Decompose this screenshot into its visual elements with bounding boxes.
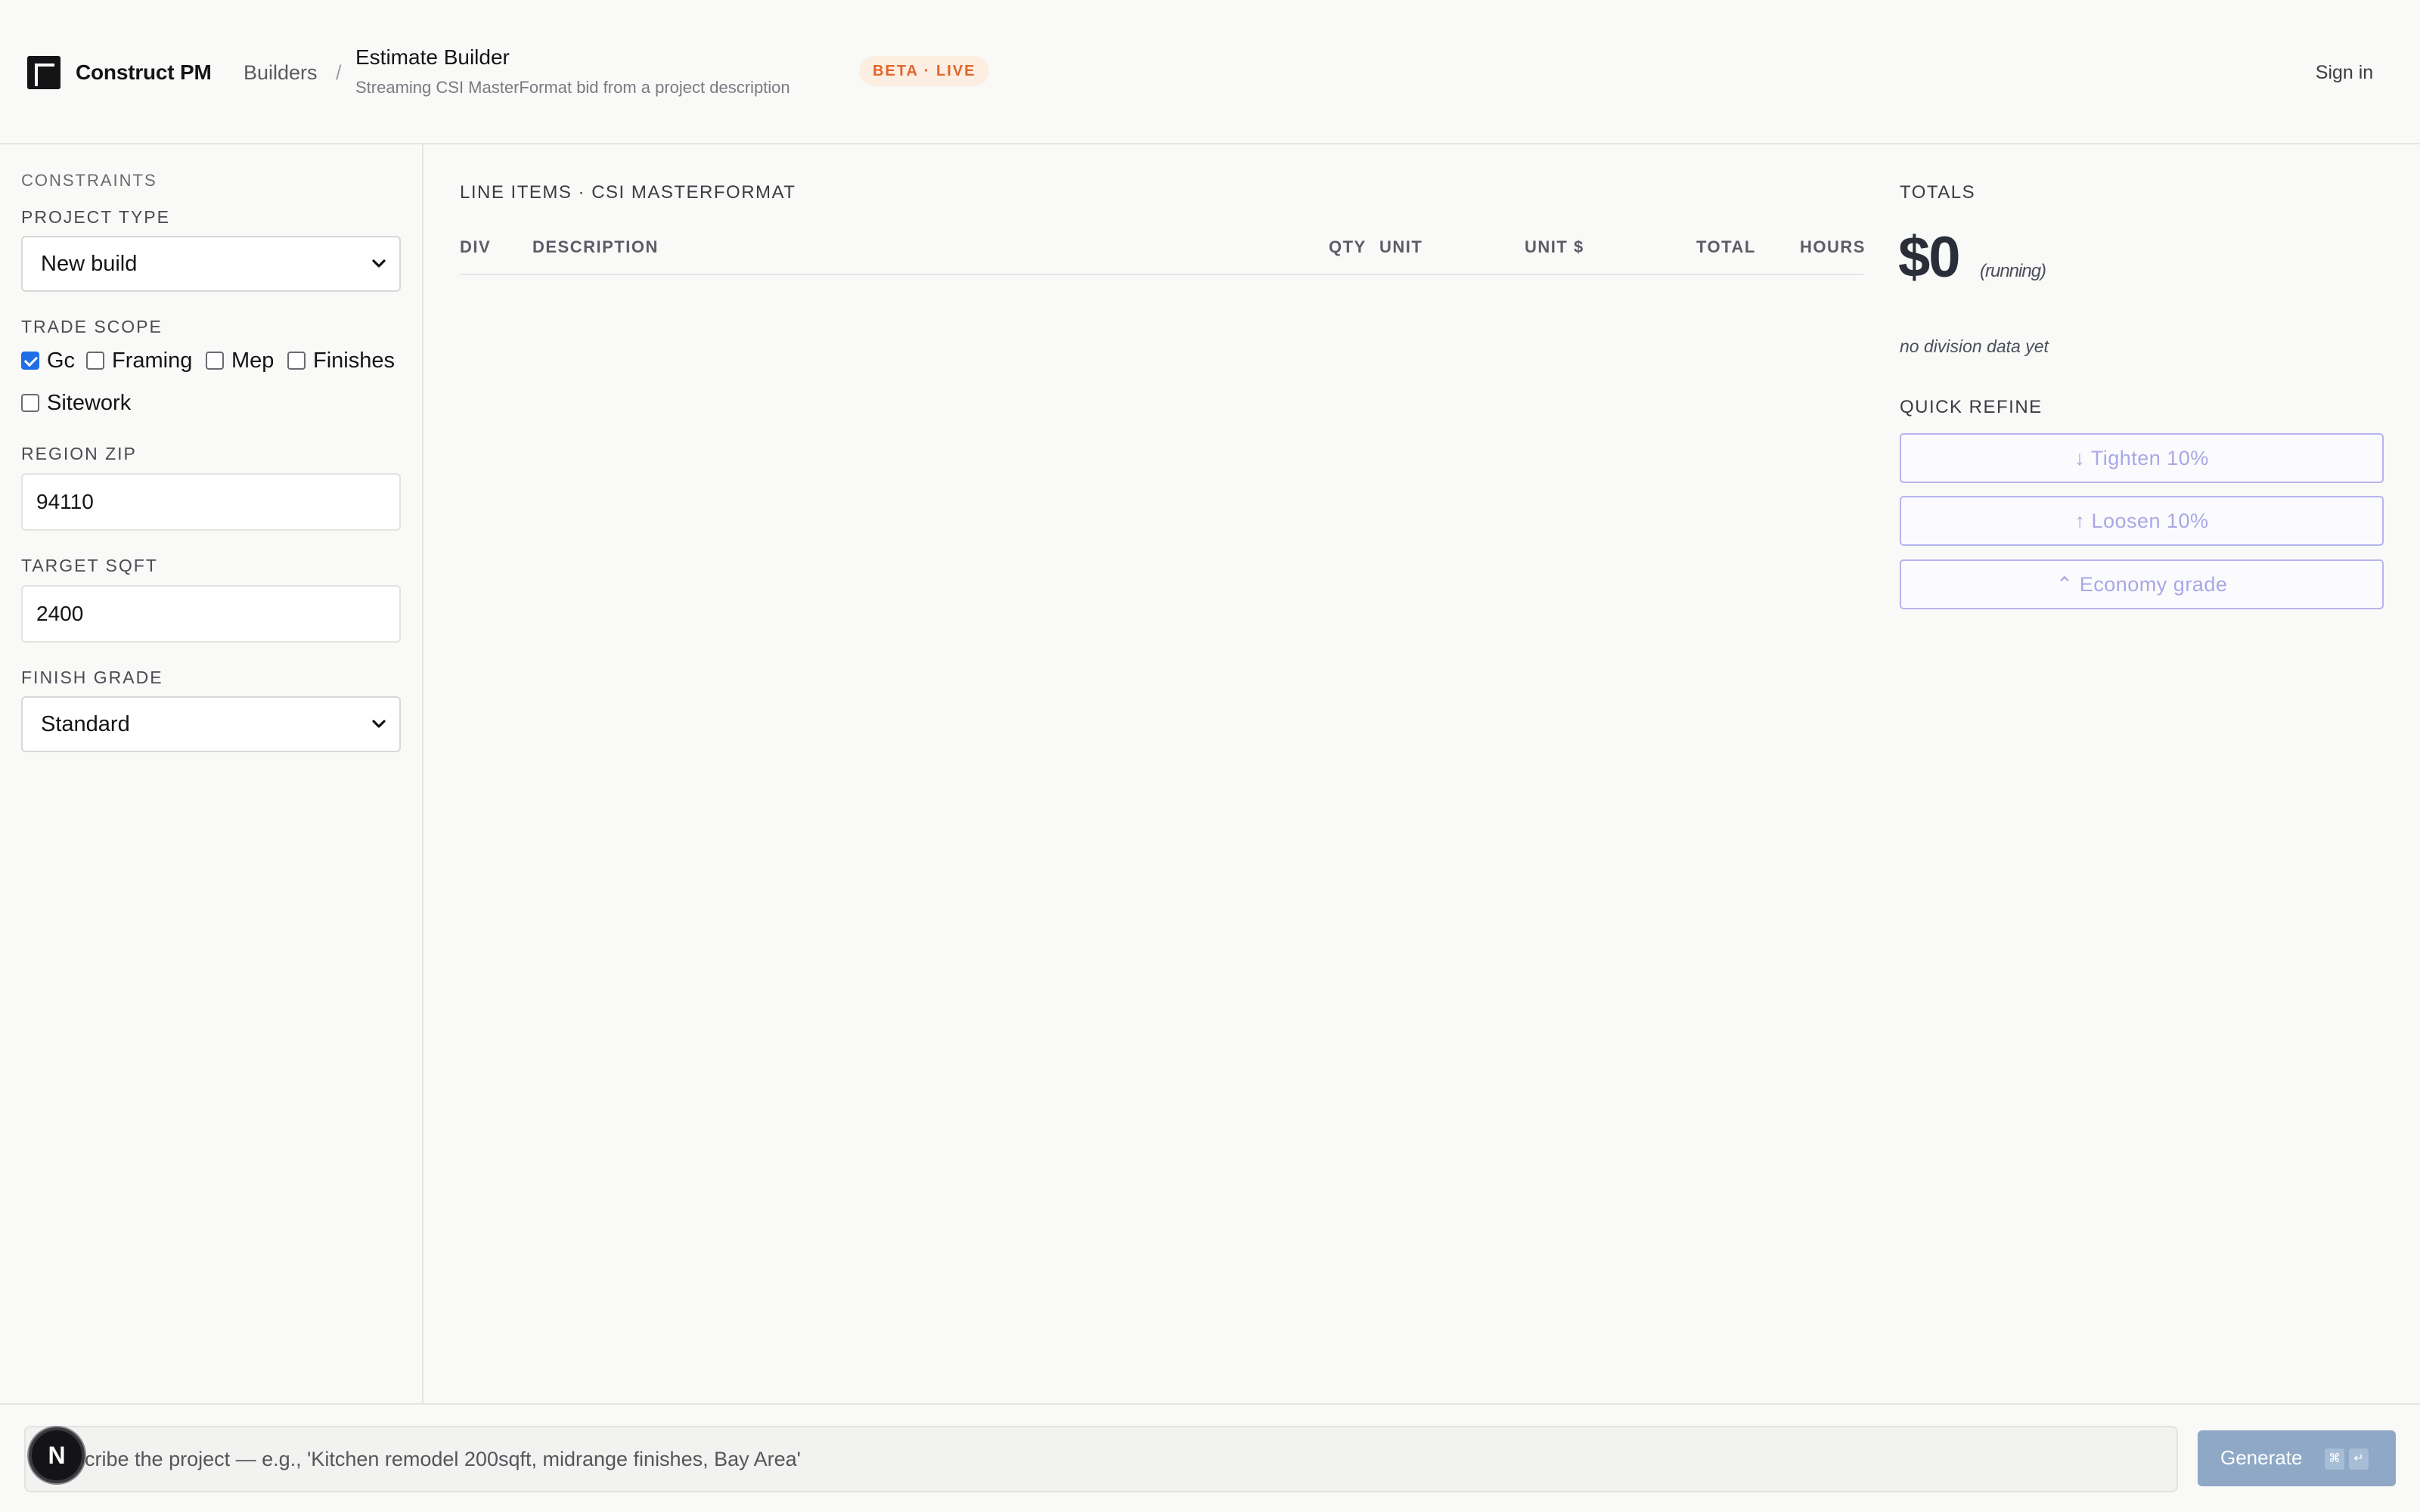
brand-name[interactable]: Construct PM (76, 57, 212, 88)
column-header-description: DESCRIPTION (532, 237, 659, 256)
target-sqft-label: TARGET SQFT (21, 556, 158, 575)
region-zip-input[interactable]: 94110 (21, 473, 401, 531)
trade-scope-option-mep[interactable]: Mep (206, 347, 274, 374)
line-items-heading: LINE ITEMS · CSI MASTERFORMAT (460, 182, 796, 203)
constraints-heading: CONSTRAINTS (21, 171, 157, 190)
trade-scope-option-sitework[interactable]: Sitework (21, 389, 131, 417)
trade-scope-option-framing[interactable]: Framing (86, 347, 192, 374)
column-header-total: TOTAL (1696, 237, 1756, 256)
trade-scope-option-label: Framing (112, 349, 193, 373)
checkbox-icon[interactable] (21, 394, 39, 412)
region-zip-label: REGION ZIP (21, 444, 137, 463)
constraints-sidebar: CONSTRAINTS PROJECT TYPE New build TRADE… (0, 144, 424, 1403)
command-key-icon: ⌘ (2325, 1448, 2344, 1470)
user-avatar[interactable]: N (29, 1427, 85, 1483)
checkbox-icon[interactable] (86, 352, 104, 370)
project-description-input[interactable]: Describe the project — e.g., 'Kitchen re… (24, 1426, 2178, 1492)
finish-grade-select[interactable]: Standard (21, 696, 401, 752)
sign-in-button[interactable]: Sign in (2299, 57, 2390, 88)
chevron-down-icon (372, 259, 386, 268)
trade-scope-option-label: Sitework (47, 391, 132, 415)
trade-scope-option-label: Finishes (313, 349, 395, 373)
trade-scope-option-label: Gc (47, 349, 76, 373)
column-header-qty: QTY (1329, 237, 1367, 256)
loosen-button[interactable]: ↑ Loosen 10% (1900, 496, 2384, 546)
status-badge: BETA · LIVE (859, 56, 990, 86)
top-header: Construct PM Builders / Estimate Builder… (0, 0, 2420, 144)
generate-label: Generate (2220, 1446, 2303, 1469)
project-type-value: New build (41, 252, 138, 276)
tighten-button[interactable]: ↓ Tighten 10% (1900, 433, 2384, 483)
running-total-amount: $0 (1898, 225, 1961, 290)
finish-grade-value: Standard (41, 712, 130, 736)
breadcrumb-separator: / (336, 61, 342, 84)
checkbox-icon[interactable] (287, 352, 306, 370)
division-empty-message: no division data yet (1900, 336, 2049, 356)
generate-button[interactable]: Generate ⌘ ↵ (2198, 1430, 2396, 1486)
trade-scope-option-gc[interactable]: Gc (21, 347, 75, 374)
column-header-div: DIV (460, 237, 492, 256)
page-subtitle: Streaming CSI MasterFormat bid from a pr… (355, 78, 790, 97)
trade-scope-option-finishes[interactable]: Finishes (287, 347, 395, 374)
economy-grade-button[interactable]: ⌃ Economy grade (1900, 559, 2384, 609)
chevron-down-icon (372, 720, 386, 728)
finish-grade-label: FINISH GRADE (21, 668, 163, 687)
running-total-note: (running) (1980, 261, 2046, 281)
checkbox-icon[interactable] (206, 352, 224, 370)
quick-refine-heading: QUICK REFINE (1900, 397, 2043, 417)
construct-logo-icon[interactable] (27, 56, 60, 89)
column-header-unit-price: UNIT $ (1525, 237, 1584, 256)
totals-heading: TOTALS (1900, 182, 1976, 203)
project-type-label: PROJECT TYPE (21, 207, 170, 227)
project-type-select[interactable]: New build (21, 236, 401, 292)
target-sqft-input[interactable]: 2400 (21, 585, 401, 643)
trade-scope-option-label: Mep (231, 349, 275, 373)
table-header-divider (460, 274, 1863, 275)
breadcrumb-builders-link[interactable]: Builders (244, 57, 318, 88)
column-header-hours: HOURS (1800, 237, 1866, 256)
checkbox-icon[interactable] (21, 352, 39, 370)
trade-scope-label: TRADE SCOPE (21, 317, 163, 336)
page-title: Estimate Builder (355, 45, 510, 69)
column-header-unit: UNIT (1379, 237, 1423, 256)
enter-key-icon: ↵ (2349, 1448, 2369, 1470)
